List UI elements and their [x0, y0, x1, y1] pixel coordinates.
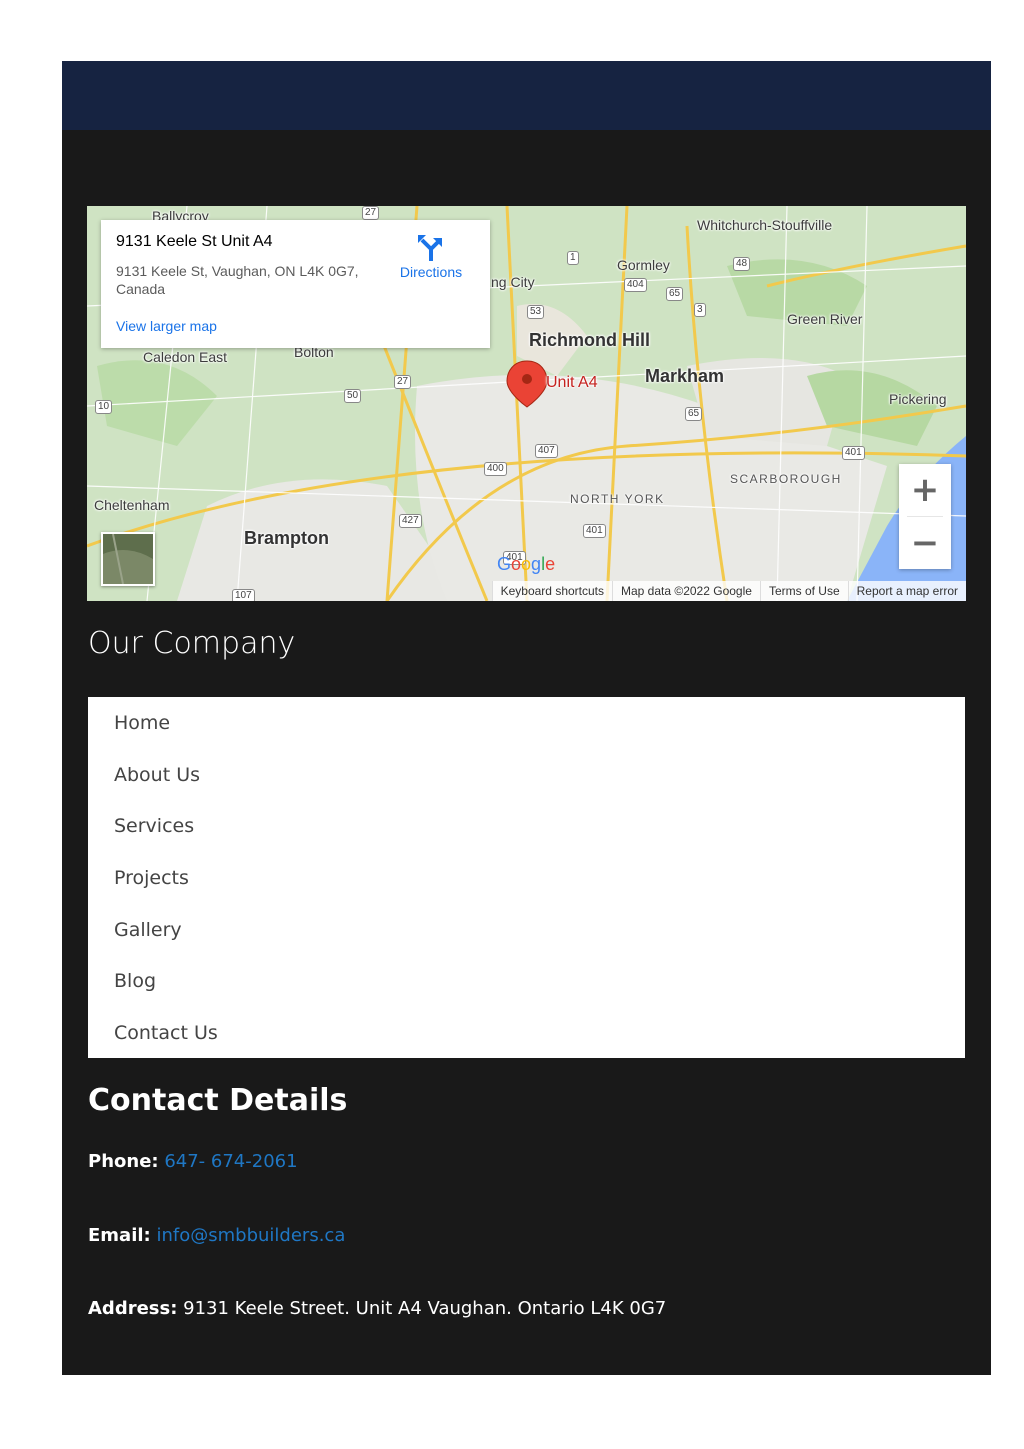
highway-shield: 401: [583, 524, 606, 538]
directions-label: Directions: [399, 264, 463, 280]
highway-shield: 407: [535, 444, 558, 458]
highway-shield: 27: [362, 206, 380, 220]
highway-shield: 404: [624, 278, 647, 292]
page-frame: Ballycroy Whitchurch-Stouffville Gormley…: [62, 61, 991, 1375]
map-label-scarborough: SCARBOROUGH: [730, 472, 842, 486]
directions-icon: [418, 235, 442, 261]
zoom-in-button[interactable]: +: [899, 464, 951, 516]
menu-item-services[interactable]: Services: [88, 811, 965, 863]
highway-shield: 1: [567, 251, 579, 265]
map-label-markham: Markham: [645, 366, 725, 386]
company-menu: Home About Us Services Projects Gallery …: [88, 697, 965, 1058]
highway-shield: 65: [685, 407, 703, 421]
report-map-error-link[interactable]: Report a map error: [847, 581, 966, 601]
keyboard-shortcuts-link[interactable]: Keyboard shortcuts: [491, 581, 612, 601]
our-company-heading: Our Company: [88, 626, 296, 661]
menu-item-blog[interactable]: Blog: [88, 966, 965, 1018]
map-label-cheltenham: Cheltenham: [94, 497, 170, 513]
highway-shield: 48: [733, 257, 751, 271]
map-label-brampton: Brampton: [244, 528, 329, 548]
map-label-king-city: ng City: [491, 274, 535, 290]
zoom-controls: + −: [899, 464, 951, 569]
terms-of-use-link[interactable]: Terms of Use: [759, 581, 848, 601]
address-label: Address:: [88, 1298, 178, 1319]
menu-item-gallery[interactable]: Gallery: [88, 915, 965, 967]
google-logo: Google: [497, 554, 556, 574]
phone-link[interactable]: 647- 674-2061: [164, 1151, 297, 1172]
satellite-preview-icon: [103, 533, 153, 585]
highway-shield: 53: [527, 305, 545, 319]
google-map[interactable]: Ballycroy Whitchurch-Stouffville Gormley…: [87, 206, 966, 601]
place-title: 9131 Keele St Unit A4: [116, 233, 273, 250]
satellite-toggle-button[interactable]: [101, 532, 155, 586]
map-pin-label: Unit A4: [546, 374, 598, 391]
view-larger-map-link[interactable]: View larger map: [116, 318, 217, 334]
email-link[interactable]: info@smbbuilders.ca: [156, 1225, 345, 1246]
map-label-richmond-hill: Richmond Hill: [529, 330, 650, 350]
highway-shield: 401: [842, 446, 865, 460]
highway-shield: 65: [666, 287, 684, 301]
map-label-pickering: Pickering: [889, 391, 947, 407]
highway-shield: 10: [95, 400, 113, 414]
menu-item-home[interactable]: Home: [88, 708, 965, 760]
menu-item-about-us[interactable]: About Us: [88, 760, 965, 812]
highway-shield: 400: [484, 462, 507, 476]
contact-details-heading: Contact Details: [88, 1083, 348, 1118]
map-label-north-york: NORTH YORK: [570, 492, 665, 506]
highway-shield: 107: [232, 589, 255, 601]
address-value: 9131 Keele Street. Unit A4 Vaughan. Onta…: [183, 1298, 667, 1319]
highway-shield: 27: [394, 375, 412, 389]
header-bar: [62, 61, 991, 130]
place-address: 9131 Keele St, Vaughan, ON L4K 0G7, Cana…: [116, 263, 359, 297]
phone-label: Phone:: [88, 1151, 159, 1172]
highway-shield: 3: [694, 303, 706, 317]
map-label-green-river: Green River: [787, 311, 863, 327]
map-label-whitchurch: Whitchurch-Stouffville: [697, 217, 833, 233]
menu-item-projects[interactable]: Projects: [88, 863, 965, 915]
contact-email-row: Email: info@smbbuilders.ca: [88, 1225, 345, 1246]
contact-address-row: Address: 9131 Keele Street. Unit A4 Vaug…: [88, 1298, 666, 1319]
zoom-out-button[interactable]: −: [899, 517, 951, 569]
map-attribution: Keyboard shortcuts Map data ©2022 Google…: [491, 581, 966, 601]
highway-shield: 427: [399, 514, 422, 528]
contact-phone-row: Phone: 647- 674-2061: [88, 1151, 298, 1172]
map-label-gormley: Gormley: [617, 257, 670, 273]
map-info-card: 9131 Keele St Unit A4 9131 Keele St, Vau…: [101, 220, 490, 348]
map-label-caledon-east: Caledon East: [143, 349, 228, 365]
highway-shield: 50: [344, 389, 362, 403]
map-data-notice: Map data ©2022 Google: [612, 581, 760, 601]
email-label: Email:: [88, 1225, 151, 1246]
directions-button[interactable]: Directions: [391, 234, 471, 290]
menu-item-contact-us[interactable]: Contact Us: [88, 1018, 965, 1070]
